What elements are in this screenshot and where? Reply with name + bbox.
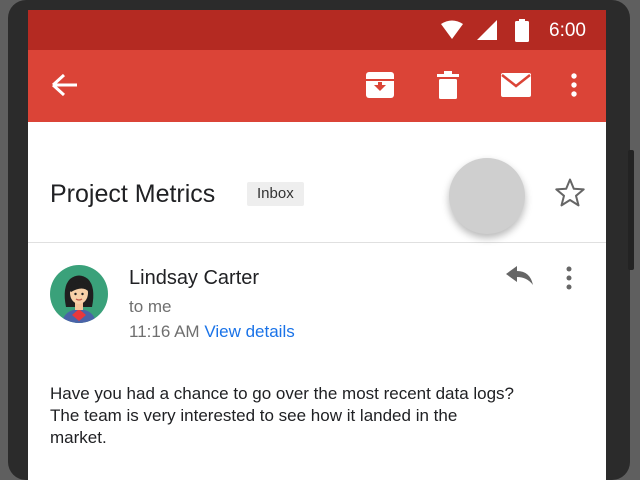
mark-unread-icon	[501, 72, 531, 102]
delete-icon	[437, 70, 459, 104]
app-bar	[28, 50, 606, 122]
message-body-line: market.	[50, 428, 107, 447]
message-more-icon[interactable]	[566, 266, 572, 295]
message-body: Have you had a chance to go over the mos…	[50, 383, 590, 449]
delete-button[interactable]	[431, 70, 465, 104]
inbox-label-chip[interactable]: Inbox	[247, 182, 304, 206]
archive-icon	[366, 71, 394, 103]
overflow-menu-icon	[571, 72, 577, 102]
message-time-line: 11:16 AM View details	[129, 322, 295, 342]
star-icon[interactable]	[555, 178, 585, 212]
phone-screen: 6:00 Project Metrics Inbox Lindsay Carte…	[28, 10, 606, 480]
archive-button[interactable]	[363, 70, 397, 104]
floating-action-button[interactable]	[449, 158, 525, 234]
status-bar: 6:00	[28, 10, 606, 50]
recipient-line: to me	[129, 297, 172, 316]
battery-icon	[515, 19, 529, 47]
thread-subject: Project Metrics	[50, 180, 216, 208]
view-details-link[interactable]: View details	[204, 322, 294, 341]
back-button[interactable]	[48, 70, 82, 104]
message-body-line: The team is very interested to see how i…	[50, 406, 458, 425]
cellular-icon	[477, 20, 497, 45]
status-time: 6:00	[549, 20, 586, 41]
back-arrow-icon	[51, 73, 78, 101]
phone-side-button	[628, 150, 634, 270]
subject-row: Project Metrics Inbox	[28, 122, 606, 243]
reply-icon[interactable]	[506, 266, 534, 291]
mark-unread-button[interactable]	[499, 70, 533, 104]
overflow-menu-button[interactable]	[557, 70, 591, 104]
message-time: 11:16 AM	[129, 322, 200, 341]
avatar[interactable]	[50, 265, 108, 323]
sender-name: Lindsay Carter	[129, 267, 260, 289]
message-body-line: Have you had a chance to go over the mos…	[50, 384, 515, 403]
wifi-icon	[441, 20, 463, 45]
